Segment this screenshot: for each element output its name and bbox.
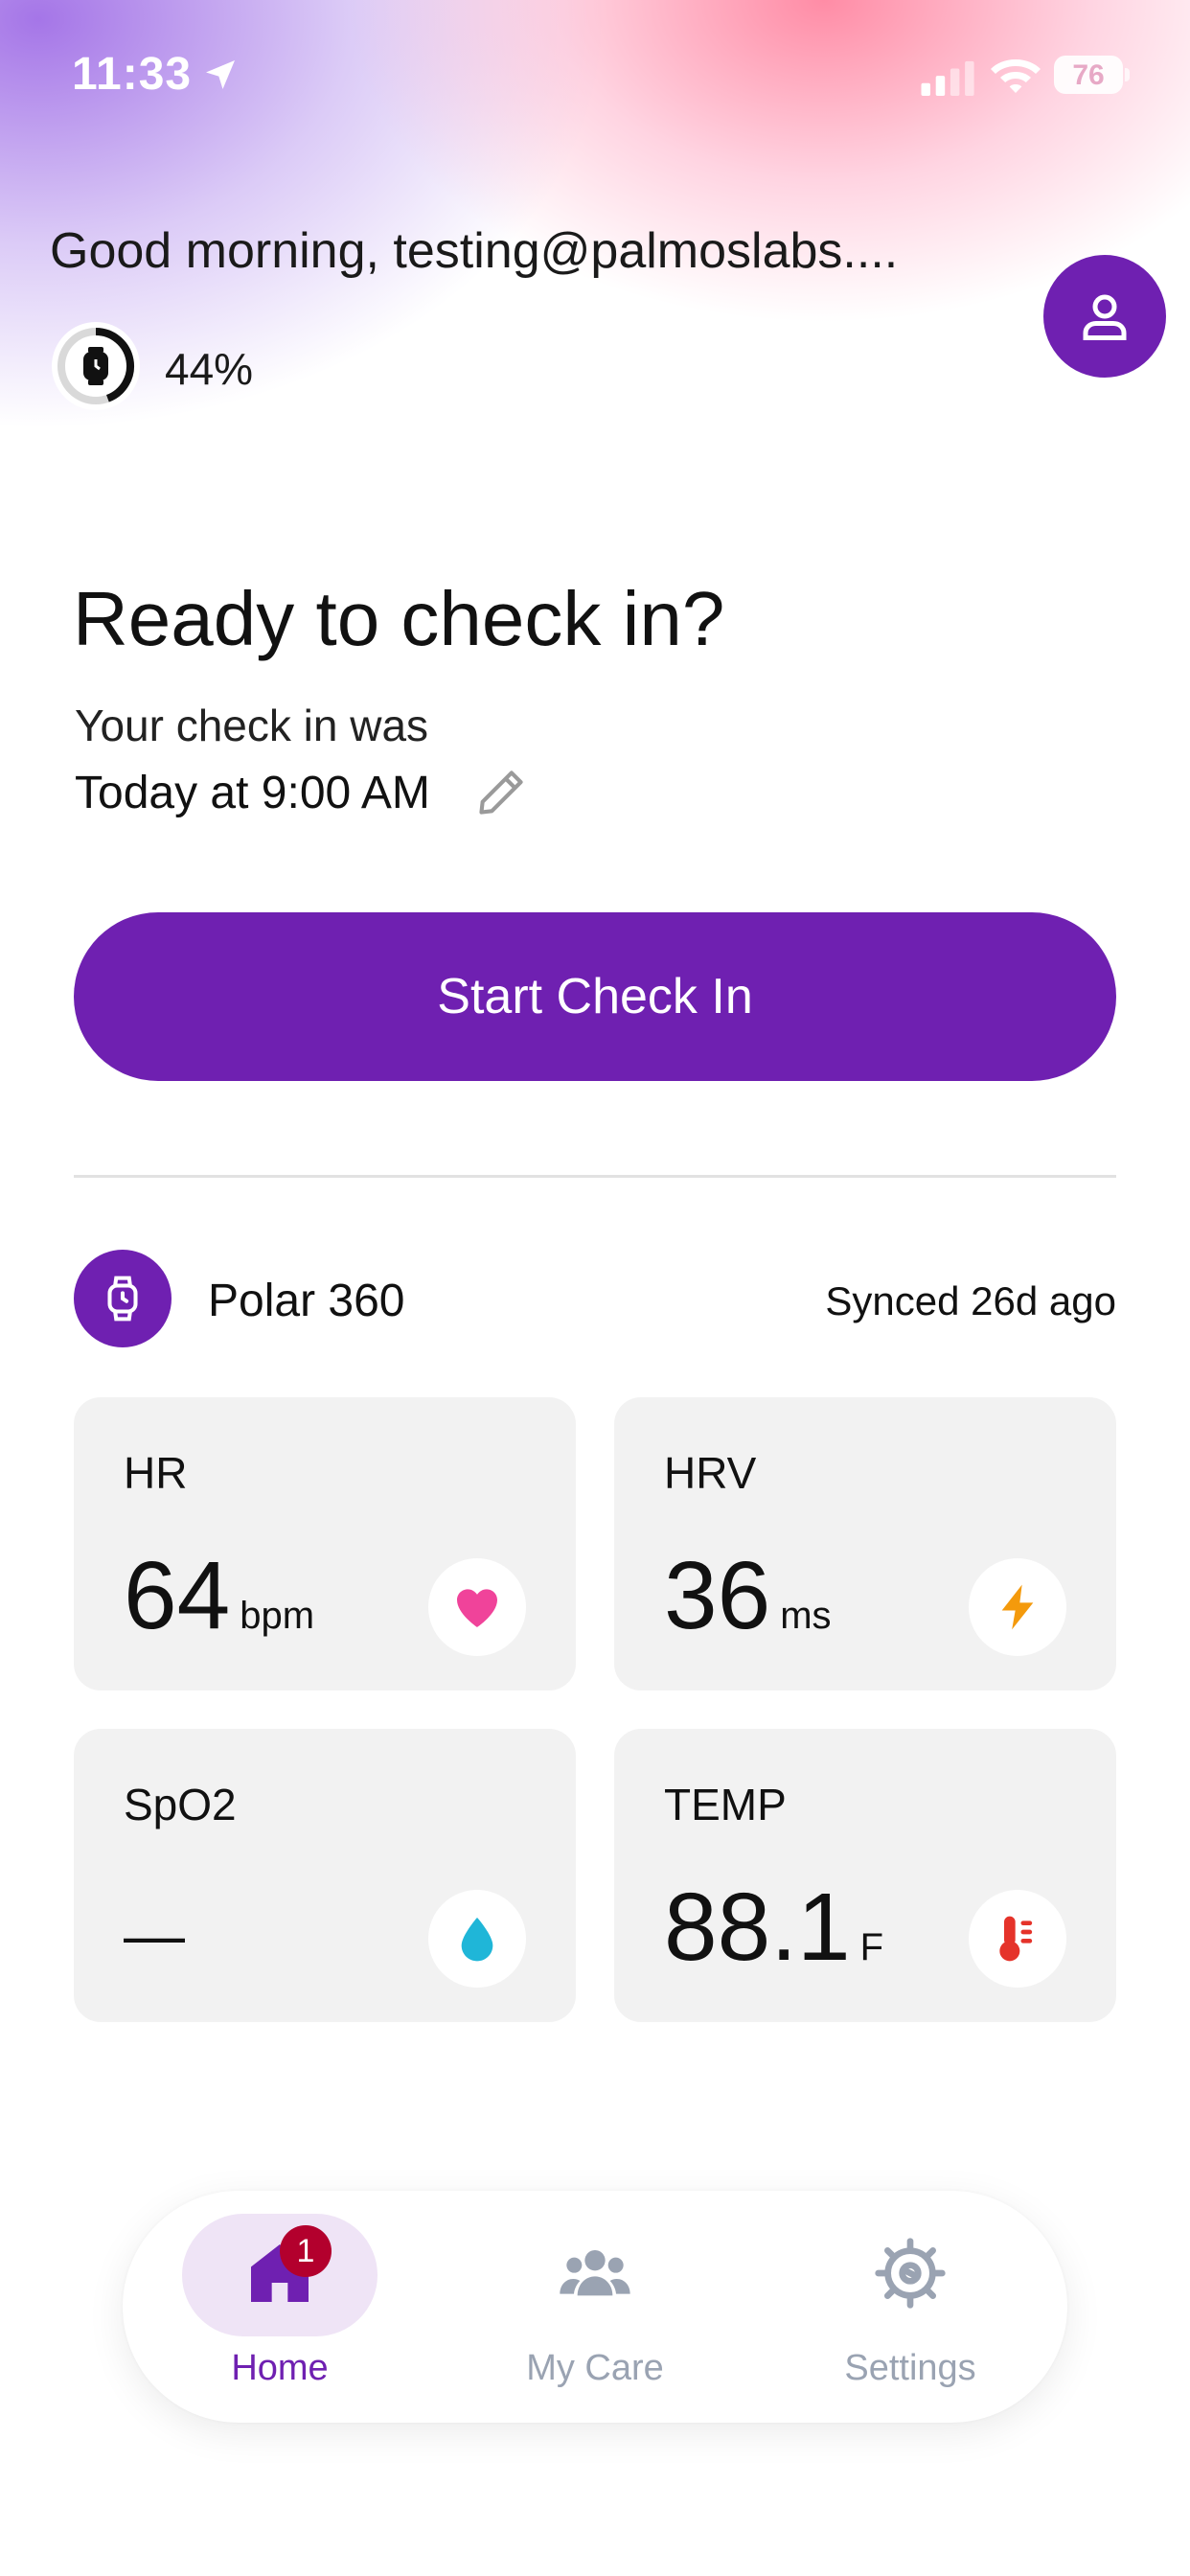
gear-icon: [875, 2238, 946, 2309]
metric-unit: F: [859, 1926, 884, 1968]
greeting-text: Good morning, testing@palmoslabs....: [50, 223, 899, 279]
thermometer-icon: [999, 1916, 1033, 1962]
device-name: Polar 360: [208, 1276, 405, 1326]
nav-home[interactable]: 1 Home: [123, 2191, 378, 2423]
check-in-title: Ready to check in?: [73, 576, 725, 661]
metric-value-wrap: —: [124, 1899, 185, 1970]
nav-settings[interactable]: Settings: [786, 2191, 1035, 2423]
battery-level: 76: [1072, 59, 1105, 91]
metric-value-wrap: 64 bpm: [124, 1541, 314, 1651]
metric-card-temp[interactable]: TEMP 88.1 F: [614, 1729, 1116, 2022]
bottom-nav: 1 Home My Care Settings: [123, 2191, 1067, 2423]
metric-card-hrv[interactable]: HRV 36 ms: [614, 1397, 1116, 1690]
metric-card-spo2[interactable]: SpO2 —: [74, 1729, 576, 2022]
metric-icon-circle: [428, 1558, 526, 1656]
metric-value: 64: [124, 1542, 231, 1649]
nav-my-care[interactable]: My Care: [470, 2191, 720, 2423]
edit-pencil-icon[interactable]: [473, 765, 529, 820]
metric-value: 88.1: [664, 1874, 851, 1981]
start-check-in-button[interactable]: Start Check In: [74, 912, 1116, 1081]
user-icon: [1083, 294, 1127, 340]
nav-label: Home: [231, 2348, 329, 2388]
watch-icon: [107, 1276, 138, 1322]
location-arrow-icon: [206, 60, 235, 89]
cellular-signal-icon: [921, 60, 974, 96]
metric-value-wrap: 88.1 F: [664, 1873, 883, 1983]
people-group-icon: [560, 2250, 630, 2296]
battery-indicator: 76: [1054, 56, 1131, 94]
metric-label: HR: [124, 1448, 188, 1498]
check-in-subtitle: Your check in was: [75, 701, 429, 750]
lightning-icon: [1001, 1584, 1034, 1630]
profile-button[interactable]: [1043, 255, 1166, 378]
metric-icon-circle: [969, 1558, 1066, 1656]
metric-value-wrap: 36 ms: [664, 1541, 832, 1651]
heart-icon: [457, 1589, 497, 1627]
wifi-icon: [991, 59, 1041, 93]
sync-status: Synced 26d ago: [825, 1278, 1116, 1323]
metric-unit: ms: [780, 1595, 832, 1637]
device-avatar: [74, 1250, 172, 1347]
nav-label: My Care: [526, 2348, 664, 2388]
metric-value: 36: [664, 1542, 771, 1649]
section-divider: [74, 1175, 1116, 1178]
metric-label: SpO2: [124, 1780, 237, 1829]
metric-label: TEMP: [664, 1780, 787, 1829]
metric-label: HRV: [664, 1448, 757, 1498]
watch-battery-ring-icon: [52, 322, 140, 410]
check-in-time: Today at 9:00 AM: [75, 768, 430, 818]
metric-value: —: [124, 1900, 185, 1969]
metric-card-hr[interactable]: HR 64 bpm: [74, 1397, 576, 1690]
status-time: 11:33: [72, 49, 193, 100]
metric-icon-circle: [969, 1890, 1066, 1988]
nav-label: Settings: [844, 2348, 976, 2388]
droplet-icon: [461, 1917, 493, 1962]
metric-unit: bpm: [240, 1595, 315, 1637]
metric-icon-circle: [428, 1890, 526, 1988]
notification-badge: 1: [280, 2225, 332, 2277]
device-battery-percent: 44%: [165, 344, 254, 394]
